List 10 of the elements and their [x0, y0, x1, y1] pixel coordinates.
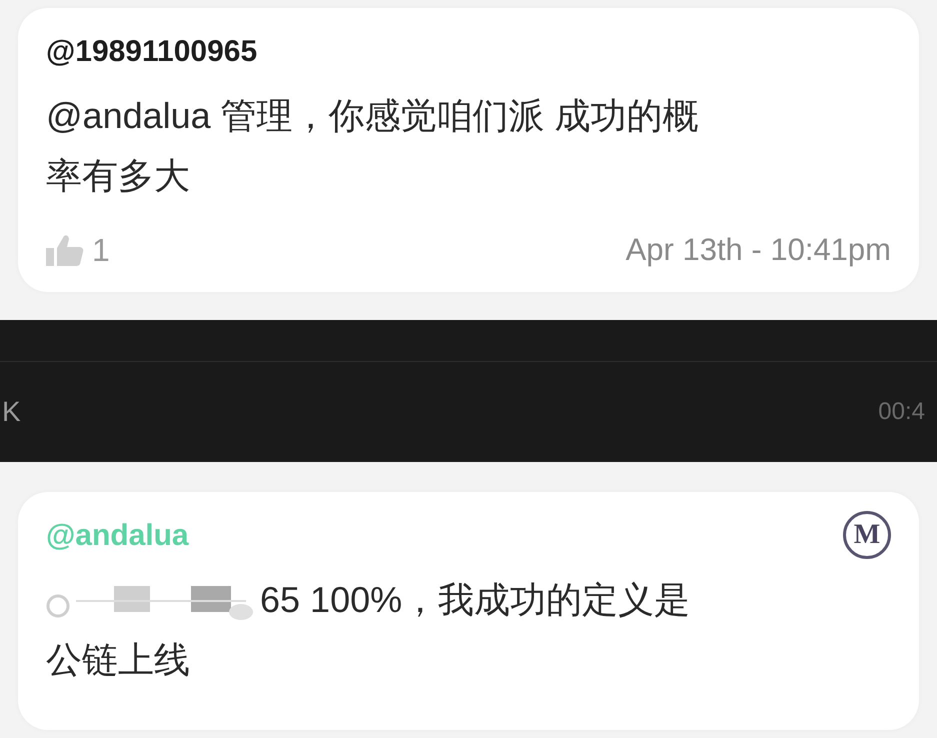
player-label: K [2, 395, 21, 429]
thumbs-up-icon[interactable] [46, 234, 84, 266]
like-count: 1 [92, 231, 110, 270]
message-text: @andalua 管理，你感觉咱们派 成功的概 率有多大 [46, 94, 700, 198]
moderator-badge: M [843, 511, 891, 559]
author-name: @19891100965 [46, 34, 258, 70]
author-name: @andalua [46, 518, 189, 554]
player-time: 00:4 [878, 397, 926, 427]
message-text: 65 100%，我成功的定义是 公链上线 [46, 578, 692, 682]
message-time: Apr 13th - 10:41pm [626, 230, 891, 269]
